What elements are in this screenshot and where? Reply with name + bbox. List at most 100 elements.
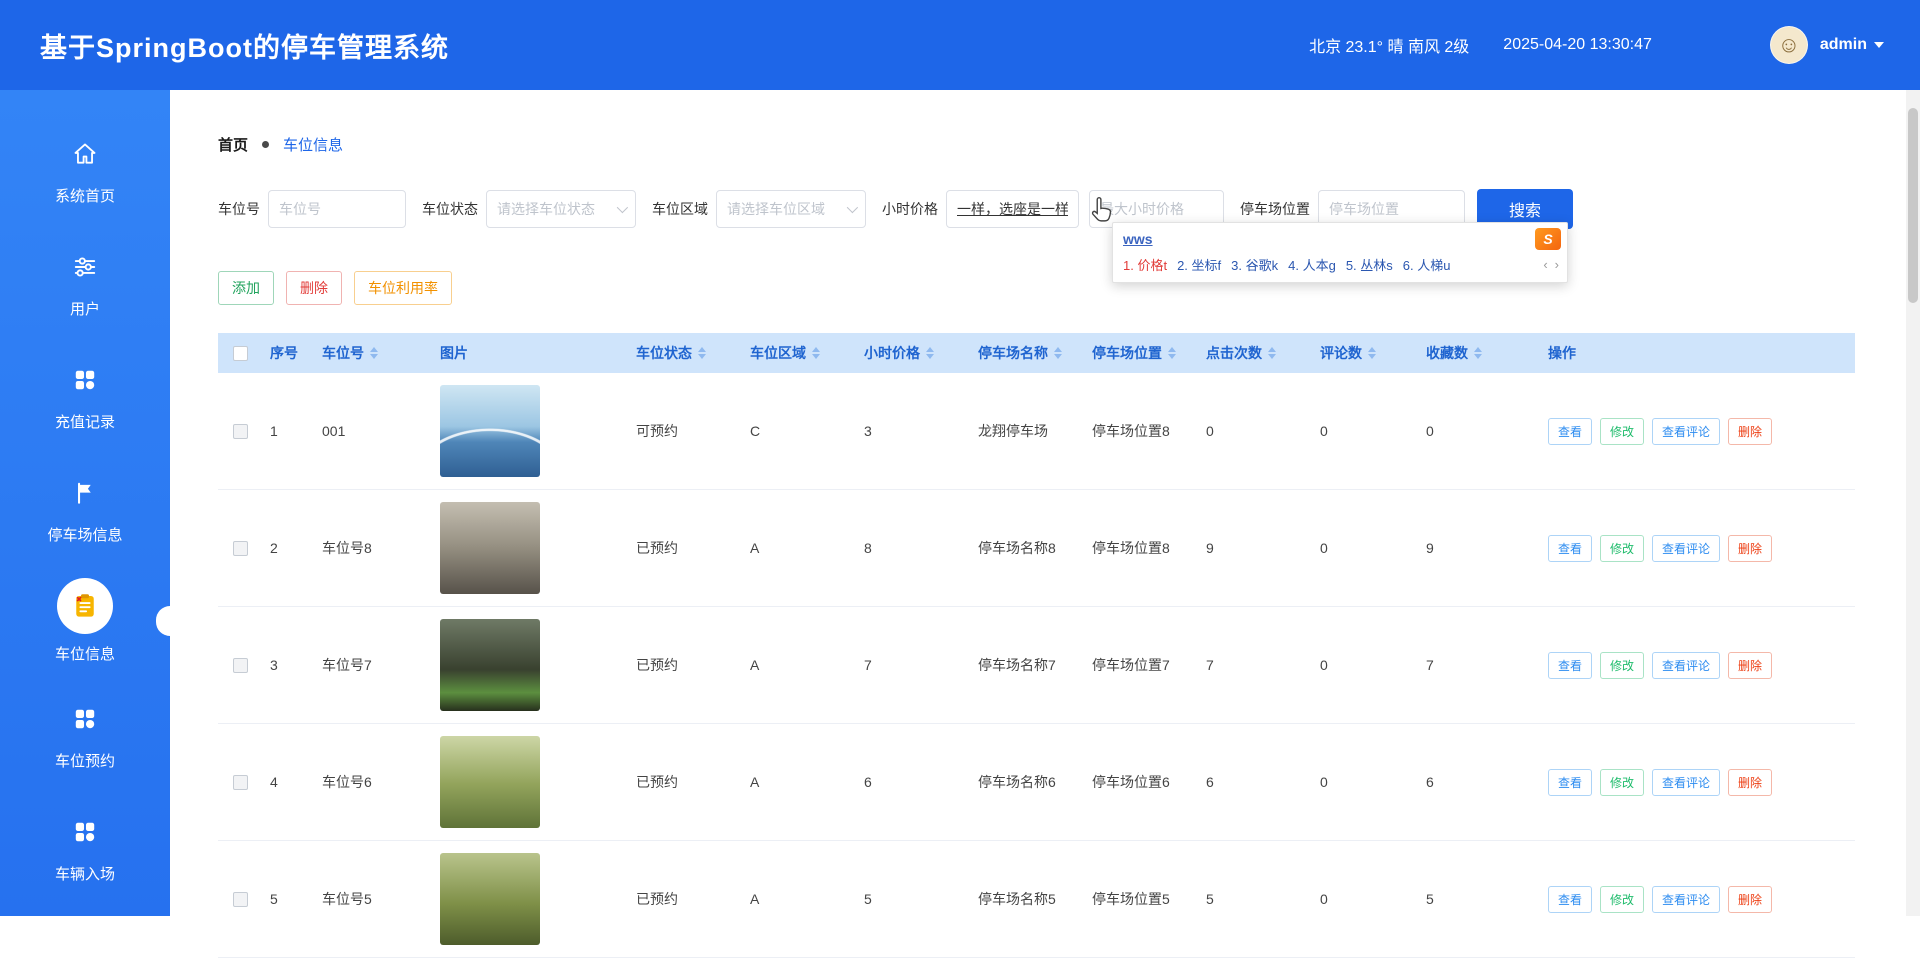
sort-desc-icon[interactable] xyxy=(1474,354,1482,359)
sort-asc-icon[interactable] xyxy=(370,347,378,352)
sort-desc-icon[interactable] xyxy=(1268,354,1276,359)
comments-row-button[interactable]: 查看评论 xyxy=(1652,652,1720,679)
column-header[interactable]: 点击次数 xyxy=(1198,343,1312,363)
ime-candidate[interactable]: 6. 人梯u xyxy=(1403,255,1451,274)
min-price-input[interactable] xyxy=(946,190,1079,228)
column-header[interactable]: 小时价格 xyxy=(856,343,970,363)
sidebar-item-recharge-records[interactable]: 充值记录 xyxy=(0,338,170,451)
row-photo[interactable] xyxy=(440,502,540,594)
row-checkbox[interactable] xyxy=(233,892,248,907)
sort-icons[interactable] xyxy=(926,347,934,359)
column-header[interactable]: 车位区域 xyxy=(742,343,856,363)
view-row-button[interactable]: 查看 xyxy=(1548,886,1592,913)
sort-icons[interactable] xyxy=(1054,347,1062,359)
delete-button[interactable]: 删除 xyxy=(286,271,342,305)
row-photo[interactable] xyxy=(440,853,540,945)
sort-desc-icon[interactable] xyxy=(1168,354,1176,359)
sort-desc-icon[interactable] xyxy=(370,354,378,359)
ime-candidate[interactable]: 2. 坐标f xyxy=(1177,255,1221,274)
row-checkbox[interactable] xyxy=(233,775,248,790)
utilization-button[interactable]: 车位利用率 xyxy=(354,271,452,305)
row-index: 3 xyxy=(262,657,314,673)
ime-prev-page[interactable]: ‹ xyxy=(1543,257,1547,272)
column-header[interactable]: 车位状态 xyxy=(628,343,742,363)
ime-candidate[interactable]: 5. 丛林s xyxy=(1346,255,1393,274)
sort-icons[interactable] xyxy=(812,347,820,359)
sort-desc-icon[interactable] xyxy=(926,354,934,359)
column-header[interactable]: 车位号 xyxy=(314,343,432,363)
column-header[interactable]: 收藏数 xyxy=(1418,343,1540,363)
user-menu[interactable]: admin xyxy=(1820,36,1884,54)
comments-row-button[interactable]: 查看评论 xyxy=(1652,418,1720,445)
add-button[interactable]: 添加 xyxy=(218,271,274,305)
sidebar-item-users[interactable]: 用户 xyxy=(0,225,170,338)
chevron-down-icon xyxy=(1874,42,1884,48)
column-header[interactable]: 停车场名称 xyxy=(970,343,1084,363)
delete-row-button[interactable]: 删除 xyxy=(1728,886,1772,913)
row-photo[interactable] xyxy=(440,736,540,828)
ime-candidate[interactable]: 3. 谷歌k xyxy=(1231,255,1278,274)
sort-icons[interactable] xyxy=(698,347,706,359)
sidebar-item-vehicle-entry[interactable]: 车辆入场 xyxy=(0,790,170,903)
status-select[interactable]: 请选择车位状态 xyxy=(486,190,636,228)
edit-row-button[interactable]: 修改 xyxy=(1600,535,1644,562)
breadcrumb-home[interactable]: 首页 xyxy=(218,134,248,155)
view-row-button[interactable]: 查看 xyxy=(1548,535,1592,562)
comments-row-button[interactable]: 查看评论 xyxy=(1652,886,1720,913)
sort-asc-icon[interactable] xyxy=(1168,347,1176,352)
ime-candidate[interactable]: 1. 价格t xyxy=(1123,255,1167,274)
sort-icons[interactable] xyxy=(1368,347,1376,359)
sort-desc-icon[interactable] xyxy=(698,354,706,359)
sort-asc-icon[interactable] xyxy=(1268,347,1276,352)
delete-row-button[interactable]: 删除 xyxy=(1728,535,1772,562)
avatar[interactable]: ☺ xyxy=(1770,26,1808,64)
edit-row-button[interactable]: 修改 xyxy=(1600,652,1644,679)
delete-row-button[interactable]: 删除 xyxy=(1728,652,1772,679)
row-checkbox[interactable] xyxy=(233,424,248,439)
edit-row-button[interactable]: 修改 xyxy=(1600,418,1644,445)
scrollbar-thumb[interactable] xyxy=(1908,108,1918,303)
column-header[interactable]: 停车场位置 xyxy=(1084,343,1198,363)
row-photo[interactable] xyxy=(440,385,540,477)
column-header[interactable]: 操作 xyxy=(1540,343,1855,363)
sort-icons[interactable] xyxy=(1474,347,1482,359)
sort-desc-icon[interactable] xyxy=(812,354,820,359)
sidebar-item-space-reservation[interactable]: 车位预约 xyxy=(0,677,170,790)
edit-row-button[interactable]: 修改 xyxy=(1600,886,1644,913)
sort-asc-icon[interactable] xyxy=(698,347,706,352)
sort-asc-icon[interactable] xyxy=(1368,347,1376,352)
row-photo[interactable] xyxy=(440,619,540,711)
sidebar-item-home[interactable]: 系统首页 xyxy=(0,112,170,225)
ime-logo-icon[interactable]: S xyxy=(1535,228,1561,250)
sort-asc-icon[interactable] xyxy=(1474,347,1482,352)
row-checkbox[interactable] xyxy=(233,658,248,673)
sort-icons[interactable] xyxy=(370,347,378,359)
sort-asc-icon[interactable] xyxy=(1054,347,1062,352)
ime-candidate[interactable]: 4. 人本g xyxy=(1288,255,1336,274)
ime-next-page[interactable]: › xyxy=(1555,257,1559,272)
select-all-checkbox[interactable] xyxy=(233,346,248,361)
sidebar-item-parking-space-info[interactable]: 车位信息 xyxy=(0,564,170,677)
sort-icons[interactable] xyxy=(1168,347,1176,359)
column-header[interactable]: 序号 xyxy=(262,343,314,363)
view-row-button[interactable]: 查看 xyxy=(1548,652,1592,679)
edit-row-button[interactable]: 修改 xyxy=(1600,769,1644,796)
sort-asc-icon[interactable] xyxy=(926,347,934,352)
area-select[interactable]: 请选择车位区域 xyxy=(716,190,866,228)
sort-asc-icon[interactable] xyxy=(812,347,820,352)
space-no-input[interactable] xyxy=(268,190,406,228)
view-row-button[interactable]: 查看 xyxy=(1548,418,1592,445)
delete-row-button[interactable]: 删除 xyxy=(1728,418,1772,445)
sort-desc-icon[interactable] xyxy=(1054,354,1062,359)
column-header[interactable]: 评论数 xyxy=(1312,343,1418,363)
sort-desc-icon[interactable] xyxy=(1368,354,1376,359)
delete-row-button[interactable]: 删除 xyxy=(1728,769,1772,796)
column-header[interactable]: 图片 xyxy=(432,343,628,363)
sort-icons[interactable] xyxy=(1268,347,1276,359)
comments-row-button[interactable]: 查看评论 xyxy=(1652,535,1720,562)
row-checkbox[interactable] xyxy=(233,541,248,556)
sidebar-item-parking-lot-info[interactable]: 停车场信息 xyxy=(0,451,170,564)
scrollbar[interactable] xyxy=(1906,90,1920,916)
view-row-button[interactable]: 查看 xyxy=(1548,769,1592,796)
comments-row-button[interactable]: 查看评论 xyxy=(1652,769,1720,796)
